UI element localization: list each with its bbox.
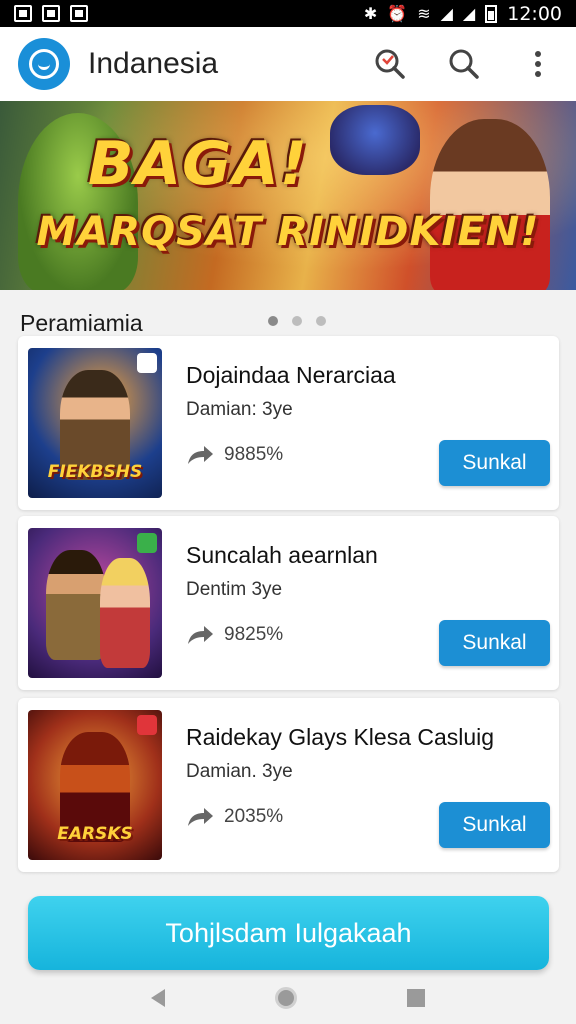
battery-icon — [485, 4, 498, 23]
badge-search-icon[interactable] — [370, 44, 410, 84]
share-icon[interactable] — [186, 624, 214, 646]
promo-banner[interactable]: BAGA! MARQSAT RINIDKIEN! — [0, 101, 576, 290]
signal-icon: ◢ — [462, 3, 476, 23]
status-bar: ✱ ⏰ ≋ ◢ ◢ 12:00 — [0, 0, 576, 27]
card-action-button[interactable]: Sunkal — [439, 620, 550, 666]
thumbnail-text: FIEKBSHS — [47, 462, 143, 482]
app-bar: Indanesia — [0, 27, 576, 101]
card-subtitle: Damian. 3ye — [186, 761, 293, 782]
signal-icon: ◢ — [440, 3, 453, 23]
page-indicator[interactable] — [268, 316, 326, 326]
card-percent: 9885% — [224, 444, 284, 465]
more-vert-icon[interactable] — [518, 44, 558, 84]
bluetooth-icon: ✱ — [363, 3, 378, 23]
recent-apps-icon[interactable] — [407, 989, 425, 1007]
search-icon[interactable] — [444, 44, 484, 84]
alarm-icon: ⏰ — [387, 3, 408, 23]
game-card[interactable]: Suncalah aearnlan Dentim 3ye 9825% Sunka… — [18, 516, 559, 690]
primary-cta-button[interactable]: Tohjlsdam Iulgakaah — [28, 896, 549, 970]
game-thumbnail[interactable]: FIEKBSHS — [28, 348, 162, 498]
notification-icon — [70, 5, 88, 22]
card-percent: 2035% — [224, 806, 284, 827]
badge-icon — [137, 533, 157, 553]
notification-icon — [14, 5, 32, 22]
badge-icon — [137, 353, 157, 373]
share-icon[interactable] — [186, 806, 214, 828]
banner-subtitle: MARQSAT RINIDKIEN! — [36, 209, 540, 255]
scroll-fade — [0, 872, 576, 892]
card-subtitle: Dentim 3ye — [186, 579, 283, 600]
card-title: Suncalah aearnlan — [186, 542, 378, 568]
game-thumbnail[interactable] — [28, 528, 162, 678]
card-title: Dojaindaa Nerarciaa — [186, 362, 396, 388]
app-logo-icon[interactable] — [18, 38, 70, 90]
status-time: 12:00 — [507, 2, 562, 25]
badge-icon — [137, 715, 157, 735]
page-dot[interactable] — [292, 316, 302, 326]
card-title: Raidekay Glays Klesa Casluig — [186, 724, 495, 750]
card-action-button[interactable]: Sunkal — [439, 440, 550, 486]
system-nav-bar — [0, 972, 576, 1024]
section-header: Peramiamia — [20, 308, 560, 338]
game-card[interactable]: FIEKBSHS Dojaindaa Nerarciaa Damian: 3ye… — [18, 336, 559, 510]
card-action-button[interactable]: Sunkal — [439, 802, 550, 848]
page-dot[interactable] — [268, 316, 278, 326]
notification-icon — [42, 5, 60, 22]
section-title: Peramiamia — [20, 309, 143, 336]
banner-title: BAGA! — [87, 129, 309, 199]
wifi-icon: ≋ — [417, 3, 431, 23]
back-icon[interactable] — [151, 989, 165, 1007]
page-dot[interactable] — [316, 316, 326, 326]
share-icon[interactable] — [186, 444, 214, 466]
card-percent: 9825% — [224, 624, 284, 645]
thumbnail-text: EARSKS — [57, 824, 133, 844]
game-card[interactable]: EARSKS Raidekay Glays Klesa Casluig Dami… — [18, 698, 559, 872]
app-title: Indanesia — [88, 47, 219, 80]
card-subtitle: Damian: 3ye — [186, 399, 293, 420]
home-icon[interactable] — [275, 987, 297, 1009]
game-thumbnail[interactable]: EARSKS — [28, 710, 162, 860]
